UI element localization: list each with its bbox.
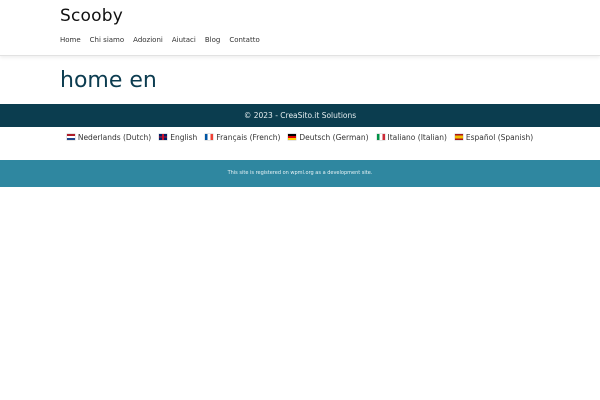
de-flag-icon (288, 134, 297, 140)
language-switcher: Nederlands (Dutch) English Français (Fre… (0, 127, 600, 147)
es-flag-icon (454, 134, 463, 140)
language-item-french[interactable]: Français (French) (205, 133, 280, 142)
wpml-notice-text: This site is registered on wpml.org as a… (227, 170, 373, 176)
language-label: English (170, 132, 198, 142)
language-item-italian[interactable]: Italiano (Italian) (376, 132, 447, 142)
fr-flag-icon (205, 134, 214, 140)
language-label: Español (Spanish) (465, 132, 534, 142)
nl-flag-icon (66, 134, 75, 140)
language-label: Deutsch (German) (299, 132, 369, 142)
language-item-german[interactable]: Deutsch (German) (288, 132, 369, 142)
language-label: Italiano (Italian) (387, 132, 447, 142)
it-flag-icon (376, 134, 385, 140)
footer-copyright-bar: © 2023 - CreaSito.it Solutions (0, 104, 600, 127)
language-label: Français (French) (216, 132, 281, 142)
nav-item-chi-siamo[interactable]: Chi siamo (90, 36, 124, 44)
nav-item-aiutaci[interactable]: Aiutaci (172, 36, 196, 44)
nav-item-contatto[interactable]: Contatto (229, 36, 259, 44)
main-content: home en (0, 56, 600, 104)
nav-item-home[interactable]: Home (60, 36, 81, 44)
nav-item-blog[interactable]: Blog (205, 36, 220, 44)
wpml-notice-bar: This site is registered on wpml.org as a… (0, 160, 600, 187)
language-item-dutch[interactable]: Nederlands (Dutch) (66, 132, 152, 142)
nav-item-adozioni[interactable]: Adozioni (133, 36, 163, 44)
copyright-text: © 2023 - CreaSito.it Solutions (243, 111, 357, 120)
main-nav: Home Chi siamo Adozioni Aiutaci Blog Con… (60, 36, 269, 44)
language-label: Nederlands (Dutch) (77, 132, 152, 142)
language-item-spanish[interactable]: Español (Spanish) (454, 132, 534, 142)
language-item-english[interactable]: English (159, 133, 197, 142)
site-title[interactable]: Scooby (60, 6, 123, 26)
page-title: home en (60, 68, 157, 93)
uk-flag-icon (159, 134, 168, 140)
site-header: Scooby Home Chi siamo Adozioni Aiutaci B… (0, 0, 600, 56)
